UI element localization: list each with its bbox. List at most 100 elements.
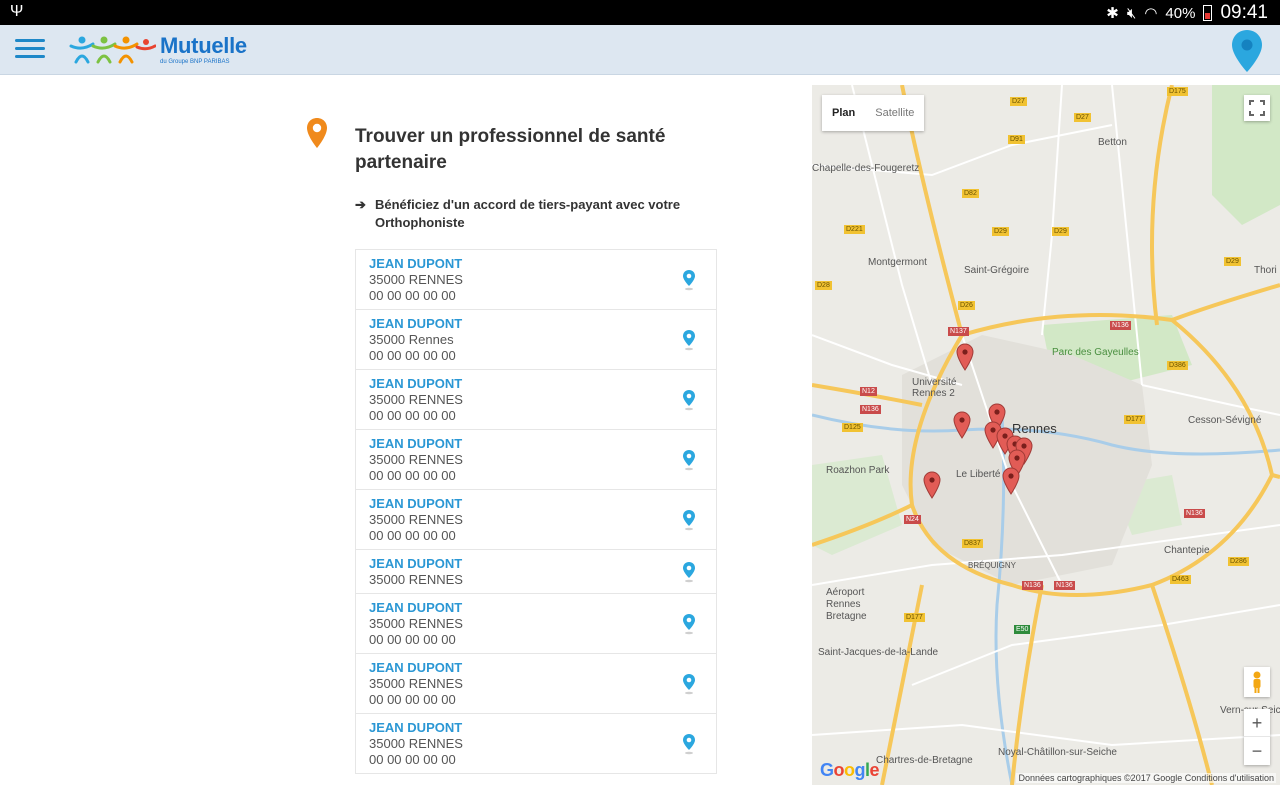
list-item[interactable]: JEAN DUPONT 35000 RENNES 00 00 00 00 00 (355, 489, 717, 550)
professional-city: 35000 RENNES (369, 392, 463, 407)
professional-city: 35000 RENNES (369, 452, 463, 467)
map-attribution[interactable]: Données cartographiques ©2017 Google Con… (1016, 773, 1276, 783)
professional-name[interactable]: JEAN DUPONT (369, 600, 703, 616)
road-shield: D177 (1124, 415, 1145, 424)
list-item[interactable]: JEAN DUPONT 35000 Rennes 00 00 00 00 00 (355, 309, 717, 370)
professional-name[interactable]: JEAN DUPONT (369, 720, 703, 736)
road-shield: D125 (842, 423, 863, 432)
professional-name[interactable]: JEAN DUPONT (369, 556, 703, 572)
locate-pin-icon[interactable] (682, 389, 696, 411)
map-label: BRÉQUIGNY (968, 561, 1017, 570)
map-type-satellite-button[interactable]: Satellite (865, 95, 924, 131)
road-shield: D286 (1228, 557, 1249, 566)
road-shield: D29 (1052, 227, 1069, 236)
list-item[interactable]: JEAN DUPONT 35000 RENNES 00 00 00 00 00 (355, 653, 717, 714)
road-shield: E50 (1014, 625, 1031, 634)
road-shield: D91 (1008, 135, 1025, 144)
pegman-icon (1253, 671, 1261, 693)
status-icons: ✱ 🔇︎ ◠ 40% 09:41 (1106, 2, 1268, 24)
zoom-out-button[interactable]: − (1244, 737, 1270, 765)
map-type-plan-button[interactable]: Plan (822, 95, 865, 131)
professional-phone[interactable]: 00 00 00 00 00 (369, 692, 703, 708)
page-title: Trouver un professionnel de santé parten… (355, 126, 666, 173)
map-label: Rennes (1012, 421, 1057, 436)
professional-phone[interactable]: 00 00 00 00 00 (369, 408, 703, 424)
map-marker[interactable] (923, 471, 941, 499)
road-shield: D82 (962, 189, 979, 198)
map-label: Saint-Jacques-de-la-Lande (818, 647, 939, 658)
clock: 09:41 (1220, 2, 1268, 23)
map-marker[interactable] (1002, 467, 1020, 495)
professional-name[interactable]: JEAN DUPONT (369, 496, 703, 512)
bluetooth-icon: ✱ (1106, 5, 1119, 22)
fullscreen-button[interactable] (1244, 95, 1270, 121)
map-label: Cesson-Sévigné (1188, 415, 1262, 426)
status-bar: Ψ ✱ 🔇︎ ◠ 40% 09:41 (0, 0, 1280, 25)
professional-name[interactable]: JEAN DUPONT (369, 256, 703, 272)
map-label: Parc des Gayeulles (1052, 347, 1139, 358)
map-marker[interactable] (956, 343, 974, 371)
road-shield: D26 (958, 301, 975, 310)
road-shield: D463 (1170, 575, 1191, 584)
road-shield: N136 (1184, 509, 1205, 518)
professional-phone[interactable]: 00 00 00 00 00 (369, 752, 703, 768)
brand-subtitle: du Groupe BNP PARIBAS (160, 59, 230, 65)
professional-city: 35000 RENNES (369, 676, 463, 691)
wifi-icon: ◠ (1144, 5, 1158, 22)
locate-pin-icon[interactable] (682, 673, 696, 695)
road-shield: D837 (962, 539, 983, 548)
professional-name[interactable]: JEAN DUPONT (369, 660, 703, 676)
map-type-control: Plan Satellite (822, 95, 925, 131)
road-shield: D28 (815, 281, 832, 290)
professional-phone[interactable]: 00 00 00 00 00 (369, 632, 703, 648)
fullscreen-icon (1249, 100, 1265, 116)
road-shield: D175 (1167, 87, 1188, 96)
list-item[interactable]: JEAN DUPONT 35000 RENNES 00 00 00 00 00 (355, 593, 717, 654)
professional-phone[interactable]: 00 00 00 00 00 (369, 348, 703, 364)
list-item[interactable]: JEAN DUPONT 35000 RENNES (355, 549, 717, 594)
zoom-in-button[interactable]: + (1244, 709, 1270, 737)
app-bar: Mutuelle du Groupe BNP PARIBAS (0, 25, 1280, 75)
locate-pin-icon[interactable] (682, 449, 696, 471)
professional-phone[interactable]: 00 00 00 00 00 (369, 528, 703, 544)
menu-icon[interactable] (15, 39, 45, 61)
locate-pin-icon[interactable] (682, 613, 696, 635)
road-shield: D221 (844, 225, 865, 234)
list-item[interactable]: JEAN DUPONT 35000 RENNES 00 00 00 00 00 (355, 713, 717, 774)
map-label: Roazhon Park (826, 465, 890, 476)
locate-pin-icon[interactable] (682, 329, 696, 351)
road-shield: D386 (1167, 361, 1188, 370)
locate-pin-icon[interactable] (682, 269, 696, 291)
professional-phone[interactable]: 00 00 00 00 00 (369, 288, 703, 304)
map-pin-icon[interactable] (1230, 28, 1264, 74)
list-item[interactable]: JEAN DUPONT 35000 RENNES 00 00 00 00 00 (355, 249, 717, 310)
map-label: Montgermont (868, 257, 927, 268)
road-shield: N136 (860, 405, 881, 414)
location-pin-icon (307, 118, 327, 148)
professional-name[interactable]: JEAN DUPONT (369, 376, 703, 392)
map-label: Thori (1254, 265, 1277, 276)
professional-city: 35000 RENNES (369, 572, 463, 587)
map-label: Noyal-Châtillon-sur-Seiche (998, 747, 1117, 758)
road-shield: D27 (1074, 113, 1091, 122)
map[interactable]: Plan Satellite D27 D27 D175 D91 D82 D221… (812, 85, 1280, 785)
google-logo: Google (820, 760, 880, 780)
brand-logo[interactable]: Mutuelle du Groupe BNP PARIBAS (68, 31, 247, 69)
professional-name[interactable]: JEAN DUPONT (369, 436, 703, 452)
locate-pin-icon[interactable] (682, 509, 696, 531)
list-item[interactable]: JEAN DUPONT 35000 RENNES 00 00 00 00 00 (355, 429, 717, 490)
road-shield: D27 (1010, 97, 1027, 106)
list-item[interactable]: JEAN DUPONT 35000 RENNES 00 00 00 00 00 (355, 369, 717, 430)
battery-icon (1203, 5, 1213, 21)
map-label: Le Liberté (956, 469, 1001, 480)
road-shield: N136 (1054, 581, 1075, 590)
street-view-pegman-button[interactable] (1244, 667, 1270, 697)
professional-name[interactable]: JEAN DUPONT (369, 316, 703, 332)
map-label: Chapelle-des-Fougeretz (812, 163, 920, 174)
locate-pin-icon[interactable] (682, 561, 696, 583)
locate-pin-icon[interactable] (682, 733, 696, 755)
professional-city: 35000 RENNES (369, 736, 463, 751)
professional-city: 35000 RENNES (369, 512, 463, 527)
professional-phone[interactable]: 00 00 00 00 00 (369, 468, 703, 484)
map-marker[interactable] (953, 411, 971, 439)
